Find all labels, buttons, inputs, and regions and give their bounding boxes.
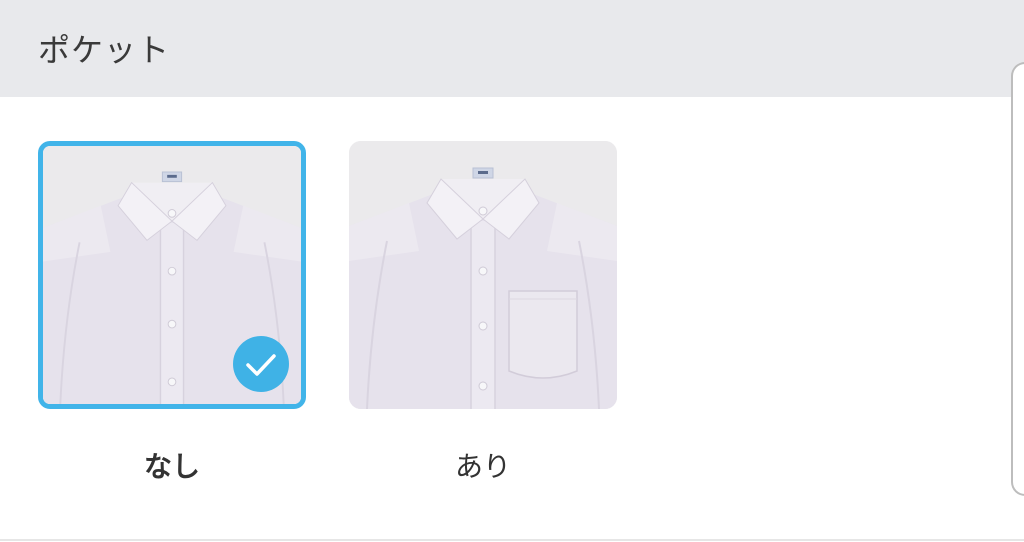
scroll-panel-edge xyxy=(1011,62,1024,496)
section-header: ポケット xyxy=(0,0,1024,97)
option-no-pocket[interactable]: なし xyxy=(38,141,306,487)
option-label[interactable]: あり xyxy=(349,447,617,487)
option-with-pocket[interactable]: あり xyxy=(349,141,617,487)
checkmark-icon xyxy=(233,336,289,392)
option-label[interactable]: なし xyxy=(38,447,306,487)
option-thumbnail[interactable] xyxy=(349,141,617,409)
pocket-option-page: ポケット なし あり xyxy=(0,0,1024,542)
shirt-with-pocket-image xyxy=(349,141,617,409)
option-thumbnail[interactable] xyxy=(38,141,306,409)
section-title: ポケット xyxy=(38,31,171,69)
divider xyxy=(0,539,1024,541)
